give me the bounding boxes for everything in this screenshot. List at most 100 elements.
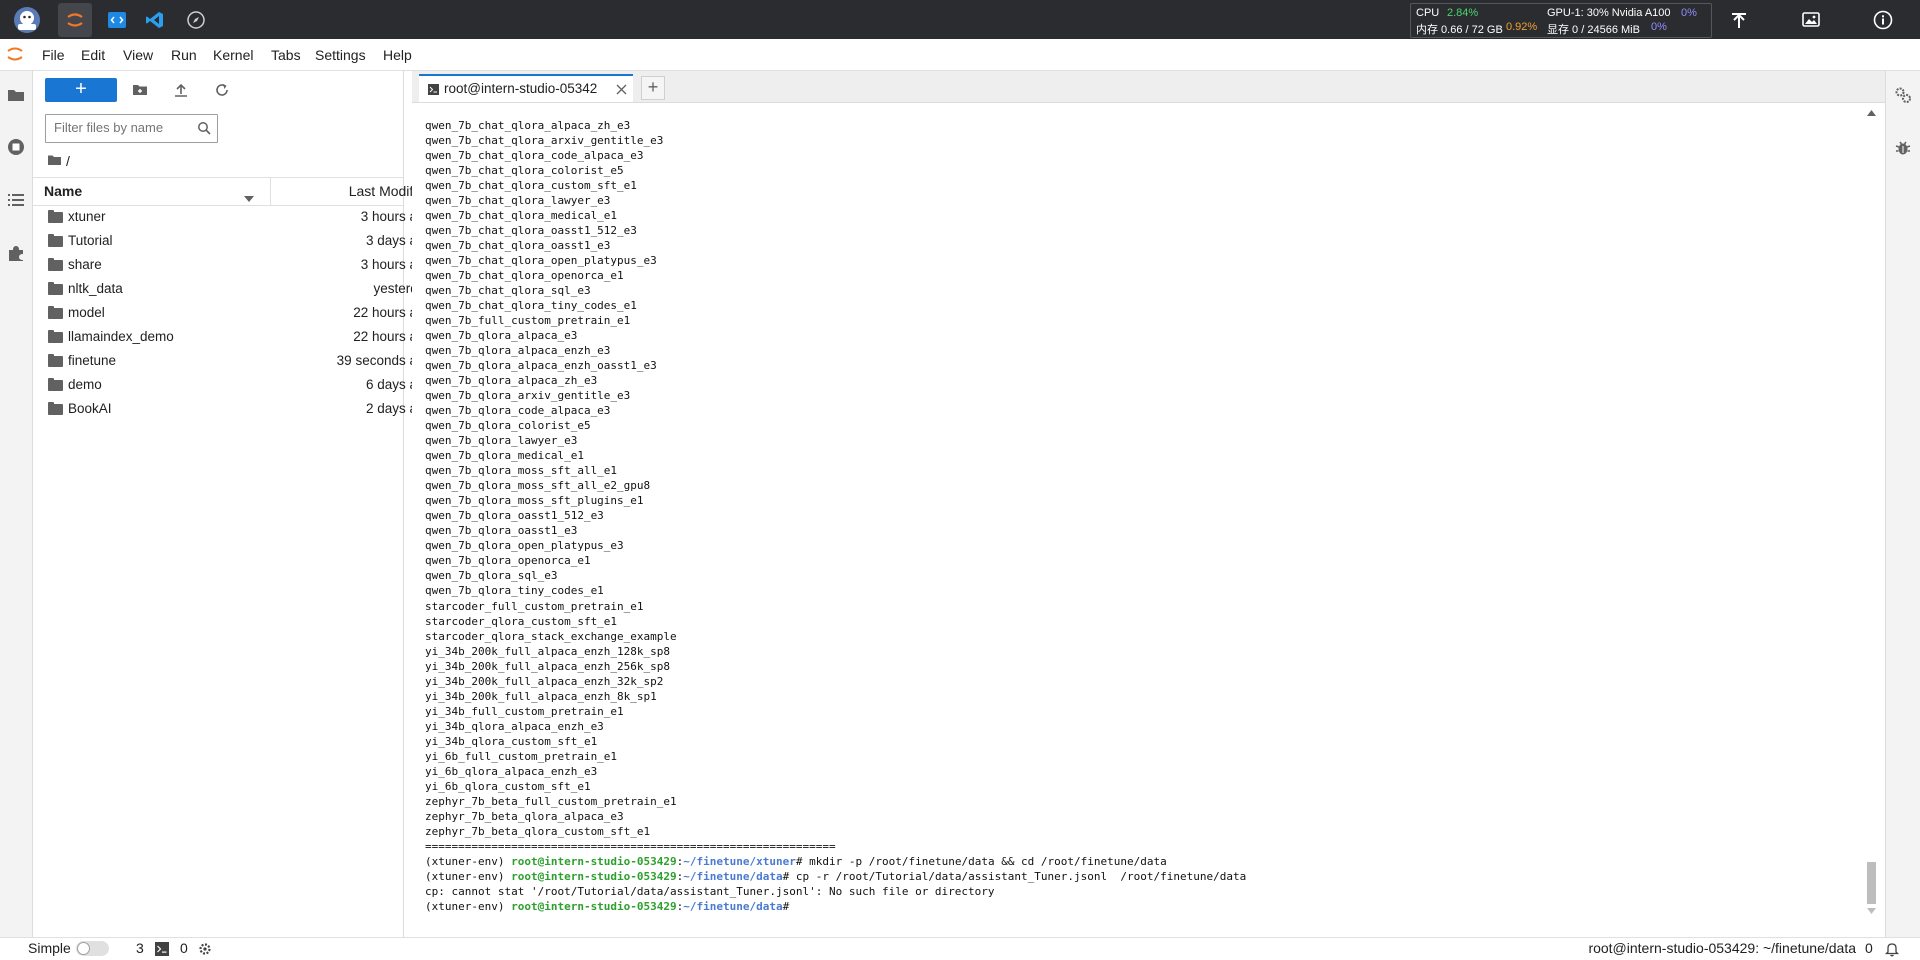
new-folder-icon[interactable] bbox=[130, 80, 150, 100]
menu-view[interactable]: View bbox=[123, 47, 153, 63]
terminal-line: qwen_7b_qlora_lawyer_e3 bbox=[425, 434, 578, 448]
terminal-icon bbox=[428, 83, 439, 98]
terminal-command-line: (xtuner-env) root@intern-studio-053429:~… bbox=[425, 854, 1246, 869]
tab-terminal[interactable]: root@intern-studio-05342 bbox=[419, 74, 633, 102]
terminal-line: qwen_7b_chat_qlora_open_platypus_e3 bbox=[425, 254, 657, 268]
code-server-app-icon[interactable] bbox=[100, 3, 134, 37]
file-browser: + / Name Last Modified xtuner 3 hours ago… bbox=[33, 71, 432, 937]
menu-help[interactable]: Help bbox=[383, 47, 412, 63]
file-name: demo bbox=[68, 377, 102, 392]
file-modified: 6 days ago bbox=[365, 377, 432, 392]
prompt-env: (xtuner-env) bbox=[425, 854, 512, 868]
file-row[interactable]: Tutorial 3 days ago bbox=[33, 229, 432, 253]
prompt-path: ~/finetune/data bbox=[683, 899, 783, 913]
simple-mode-toggle[interactable] bbox=[76, 941, 109, 956]
prompt-env: (xtuner-env) bbox=[425, 869, 512, 883]
folder-icon bbox=[48, 378, 63, 391]
image-screenshot-icon[interactable] bbox=[1796, 5, 1826, 35]
file-row[interactable]: demo 6 days ago bbox=[33, 373, 432, 397]
top-bar: CPU 2.84% 内存 0.66 / 72 GB 0.92% GPU-1: 3… bbox=[0, 0, 1920, 39]
scroll-up-icon[interactable] bbox=[1867, 110, 1876, 116]
terminal-line: qwen_7b_full_custom_pretrain_e1 bbox=[425, 314, 631, 328]
file-row[interactable]: BookAI 2 days ago bbox=[33, 397, 432, 421]
tab-bar: root@intern-studio-05342 + bbox=[412, 71, 1885, 103]
running-kernels-icon[interactable] bbox=[4, 135, 28, 159]
terminal-line: qwen_7b_qlora_moss_sft_all_e2_gpu8 bbox=[425, 479, 651, 493]
upload-arrow-icon[interactable] bbox=[1724, 5, 1754, 35]
jupyterlab-app-icon[interactable] bbox=[58, 3, 92, 37]
close-tab-icon[interactable] bbox=[616, 83, 627, 98]
terminal-line: qwen_7b_qlora_colorist_e5 bbox=[425, 419, 591, 433]
scrollbar-thumb[interactable] bbox=[1867, 862, 1876, 904]
filter-files-input[interactable] bbox=[54, 120, 194, 135]
app-logo-icon[interactable] bbox=[10, 3, 44, 37]
file-row[interactable]: share 3 hours ago bbox=[33, 253, 432, 277]
file-list-header: Name Last Modified bbox=[33, 177, 432, 206]
vscode-app-icon[interactable] bbox=[138, 3, 172, 37]
terminal-panel[interactable]: qwen_7b_chat_qlora_alpaca_zh_e3 qwen_7b_c… bbox=[412, 103, 1885, 921]
terminal-line: zephyr_7b_beta_qlora_alpaca_e3 bbox=[425, 809, 624, 823]
terminal-line: qwen_7b_chat_qlora_lawyer_e3 bbox=[425, 194, 611, 208]
terminal-line: qwen_7b_qlora_moss_sft_plugins_e1 bbox=[425, 494, 644, 508]
breadcrumb-root[interactable]: / bbox=[66, 153, 70, 169]
file-row[interactable]: llamaindex_demo 22 hours ago bbox=[33, 325, 432, 349]
prompt-path: ~/finetune/data bbox=[683, 869, 783, 883]
compass-app-icon[interactable] bbox=[179, 3, 213, 37]
menu-edit[interactable]: Edit bbox=[81, 47, 105, 63]
file-name: finetune bbox=[68, 353, 117, 368]
bell-icon[interactable] bbox=[1884, 941, 1900, 960]
menu-kernel[interactable]: Kernel bbox=[213, 47, 253, 63]
menu-tabs[interactable]: Tabs bbox=[271, 47, 301, 63]
terminal-line: starcoder_qlora_stack_exchange_example bbox=[425, 629, 677, 643]
breadcrumb-folder-icon[interactable] bbox=[47, 153, 62, 169]
status-bar: Simple 3 0 root@intern-studio-053429: ~/… bbox=[0, 937, 1920, 960]
add-tab-button[interactable]: + bbox=[641, 76, 665, 100]
upload-icon[interactable] bbox=[171, 80, 191, 100]
terminal-line: qwen_7b_qlora_open_platypus_e3 bbox=[425, 539, 624, 553]
file-row[interactable]: model 22 hours ago bbox=[33, 301, 432, 325]
terminal-status-icon bbox=[155, 942, 169, 959]
terminal-line: qwen_7b_chat_qlora_oasst1_e3 bbox=[425, 239, 611, 253]
folder-icon[interactable] bbox=[4, 83, 28, 107]
terminal-line: qwen_7b_qlora_oasst1_e3 bbox=[425, 524, 578, 538]
terminal-line: yi_34b_qlora_custom_sft_e1 bbox=[425, 734, 598, 748]
new-launcher-button[interactable]: + bbox=[45, 78, 117, 102]
notifications-count[interactable]: 0 bbox=[1865, 940, 1873, 956]
menu-file[interactable]: File bbox=[42, 47, 65, 63]
jupyter-logo-icon bbox=[6, 44, 24, 69]
file-name: share bbox=[68, 257, 102, 272]
terminal-location: root@intern-studio-053429: ~/finetune/da… bbox=[1588, 940, 1856, 956]
kernels-count[interactable]: 0 bbox=[180, 940, 188, 956]
folder-icon bbox=[48, 354, 63, 367]
file-row[interactable]: xtuner 3 hours ago bbox=[33, 205, 432, 229]
terminal-line: starcoder_full_custom_pretrain_e1 bbox=[425, 599, 644, 613]
terminal-command-line: (xtuner-env) root@intern-studio-053429:~… bbox=[425, 899, 1246, 914]
scroll-down-icon[interactable] bbox=[1867, 908, 1876, 914]
property-inspector-gears-icon[interactable] bbox=[1894, 86, 1912, 109]
menu-settings[interactable]: Settings bbox=[315, 47, 366, 63]
info-icon[interactable] bbox=[1868, 5, 1898, 35]
file-row[interactable]: finetune 39 seconds ago bbox=[33, 349, 432, 373]
sort-chevron-down-icon[interactable] bbox=[244, 189, 254, 205]
terminals-count[interactable]: 3 bbox=[136, 940, 144, 956]
file-modified: 22 hours ago bbox=[353, 329, 432, 344]
terminal-scrollbar[interactable] bbox=[1865, 108, 1877, 920]
prompt-command: # mkdir -p /root/finetune/data && cd /ro… bbox=[795, 854, 1167, 868]
terminal-line: yi_34b_full_custom_pretrain_e1 bbox=[425, 704, 624, 718]
debugger-bug-icon[interactable] bbox=[1894, 139, 1912, 162]
file-modified: 3 days ago bbox=[365, 233, 432, 248]
terminal-line: yi_6b_qlora_alpaca_enzh_e3 bbox=[425, 764, 598, 778]
file-row[interactable]: nltk_data yesterday bbox=[33, 277, 432, 301]
memory-value: 0.92% bbox=[1506, 21, 1538, 33]
menu-run[interactable]: Run bbox=[171, 47, 197, 63]
terminal-line: yi_6b_qlora_custom_sft_e1 bbox=[425, 779, 591, 793]
terminal-line: qwen_7b_qlora_alpaca_enzh_e3 bbox=[425, 344, 611, 358]
prompt-user: root@intern-studio-053429 bbox=[511, 899, 677, 913]
filter-files-field[interactable] bbox=[45, 114, 218, 143]
file-modified: 22 hours ago bbox=[353, 305, 432, 320]
column-name-header[interactable]: Name bbox=[44, 183, 82, 199]
terminal-line: qwen_7b_qlora_oasst1_512_e3 bbox=[425, 509, 604, 523]
extensions-puzzle-icon[interactable] bbox=[4, 241, 28, 265]
table-of-contents-icon[interactable] bbox=[4, 188, 28, 212]
refresh-icon[interactable] bbox=[212, 80, 232, 100]
